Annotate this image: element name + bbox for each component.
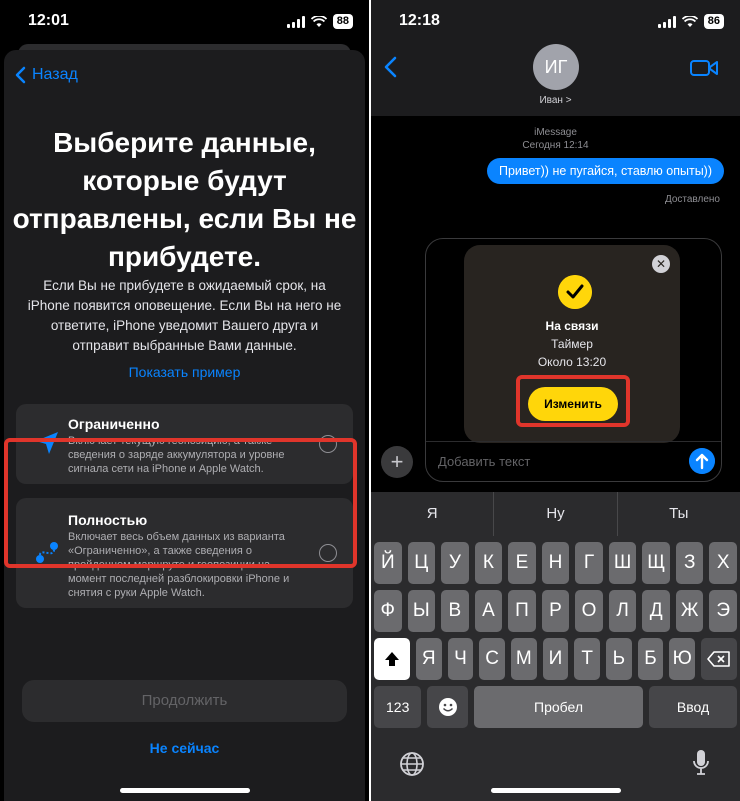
show-example-link[interactable]: Показать пример [4,364,365,380]
battery-icon: 88 [332,14,353,29]
wifi-icon [681,15,698,27]
key[interactable]: О [575,590,603,632]
sheet: Назад Выберите данные, которые будут отп… [4,50,365,801]
status-time: 12:01 [28,12,69,29]
key[interactable]: Ь [605,638,632,680]
back-chevron-icon[interactable] [383,56,397,78]
key[interactable]: Ц [407,542,436,584]
key-row-4: 123 Пробел Ввод [374,686,738,728]
key[interactable]: Щ [642,542,670,584]
service-label: iMessage [534,127,577,138]
text-input-bar[interactable]: Добавить текст [426,441,721,481]
page-title: Выберите данные, которые будут отправлен… [12,127,357,272]
compose-box: ✕ На связи Таймер Около 13:20 Изменить Д… [425,238,722,482]
message-input[interactable]: Добавить текст [438,454,530,469]
key[interactable]: Ы [407,590,436,632]
card-title: На связи [545,319,599,333]
key[interactable]: Й [374,542,402,584]
key[interactable]: Ю [669,638,695,680]
contact-name[interactable]: Иван > [371,95,740,106]
delivered-status: Доставлено [664,194,720,205]
status-time: 12:18 [399,12,440,29]
back-button[interactable]: Назад [14,66,78,84]
suggestion[interactable]: Ты [618,492,740,536]
key[interactable]: Э [709,590,738,632]
key[interactable]: Р [541,590,570,632]
keyboard: Я Ну Ты Й Ц У К Е Н Г Ш Щ З Х Ф Ы В А П … [371,492,740,801]
key[interactable]: Ф [374,590,402,632]
key[interactable]: Г [575,542,603,584]
battery-icon: 86 [703,14,724,29]
home-indicator [490,788,621,793]
suggestion-bar: Я Ну Ты [371,492,740,536]
send-icon[interactable] [689,448,715,474]
key[interactable]: Н [541,542,570,584]
time-label: Сегодня 12:14 [522,140,589,151]
signal-icon [286,15,305,28]
plus-icon[interactable]: + [381,446,413,478]
chevron-left-icon [15,66,26,84]
key[interactable]: Ч [447,638,474,680]
card-timer: Таймер [551,337,593,351]
key[interactable]: Л [608,590,637,632]
suggestion[interactable]: Ну [494,492,618,536]
emoji-key[interactable] [427,686,468,728]
key[interactable]: З [675,542,704,584]
video-call-icon[interactable] [690,58,718,78]
key[interactable]: Т [574,638,600,680]
signal-icon [657,15,676,28]
message-timestamp: iMessage Сегодня 12:14 [371,126,740,152]
key[interactable]: С [479,638,505,680]
close-icon[interactable]: ✕ [652,255,670,273]
globe-icon[interactable] [399,751,425,777]
not-now-button[interactable]: Не сейчас [4,740,365,756]
key-row-3: Я Ч С М И Т Ь Б Ю [374,638,737,680]
key[interactable]: Д [642,590,670,632]
space-key[interactable]: Пробел [473,686,644,728]
message-bubble[interactable]: Привет)) не пугайся, ставлю опыты)) [486,158,724,184]
key[interactable]: Х [709,542,738,584]
page-description: Если Вы не прибудете в ожидаемый срок, н… [27,278,342,353]
back-label: Назад [32,66,78,83]
emoji-icon [438,697,457,716]
card-time: Около 13:20 [537,355,607,369]
key-row-2: Ф Ы В А П Р О Л Д Ж Э [374,590,738,632]
avatar[interactable]: ИГ [533,44,579,90]
suggestion[interactable]: Я [371,492,495,536]
shift-icon [384,651,399,666]
status-bar: 12:01 88 [0,0,369,44]
enter-key[interactable]: Ввод [649,686,738,728]
status-bar: 12:18 86 [371,0,740,44]
conversation-header: 12:18 86 ИГ Иван > [371,0,740,116]
microphone-icon[interactable] [692,749,710,777]
key[interactable]: Я [415,638,442,680]
key[interactable]: И [542,638,569,680]
option-title: Ограниченно [68,416,160,432]
home-indicator [119,788,250,793]
delete-key[interactable] [701,638,737,680]
key[interactable]: М [510,638,537,680]
setup-screen: 12:01 88 Назад Выберите данные, которые … [0,0,369,801]
continue-button[interactable]: Продолжить [22,680,347,722]
wifi-icon [310,15,327,27]
key[interactable]: А [474,590,503,632]
key[interactable]: Б [637,638,664,680]
shift-key[interactable] [374,638,410,680]
key[interactable]: В [441,590,469,632]
checkmark-icon [558,275,592,309]
key[interactable]: К [474,542,503,584]
highlight-frame [4,438,357,568]
highlight-frame [516,375,630,427]
key[interactable]: Ш [608,542,637,584]
key[interactable]: Ж [675,590,704,632]
key[interactable]: П [508,590,536,632]
key[interactable]: У [441,542,469,584]
key[interactable]: Е [508,542,536,584]
key-row-1: Й Ц У К Е Н Г Ш Щ З Х [374,542,738,584]
backspace-icon [707,651,730,667]
numbers-key[interactable]: 123 [374,686,422,728]
